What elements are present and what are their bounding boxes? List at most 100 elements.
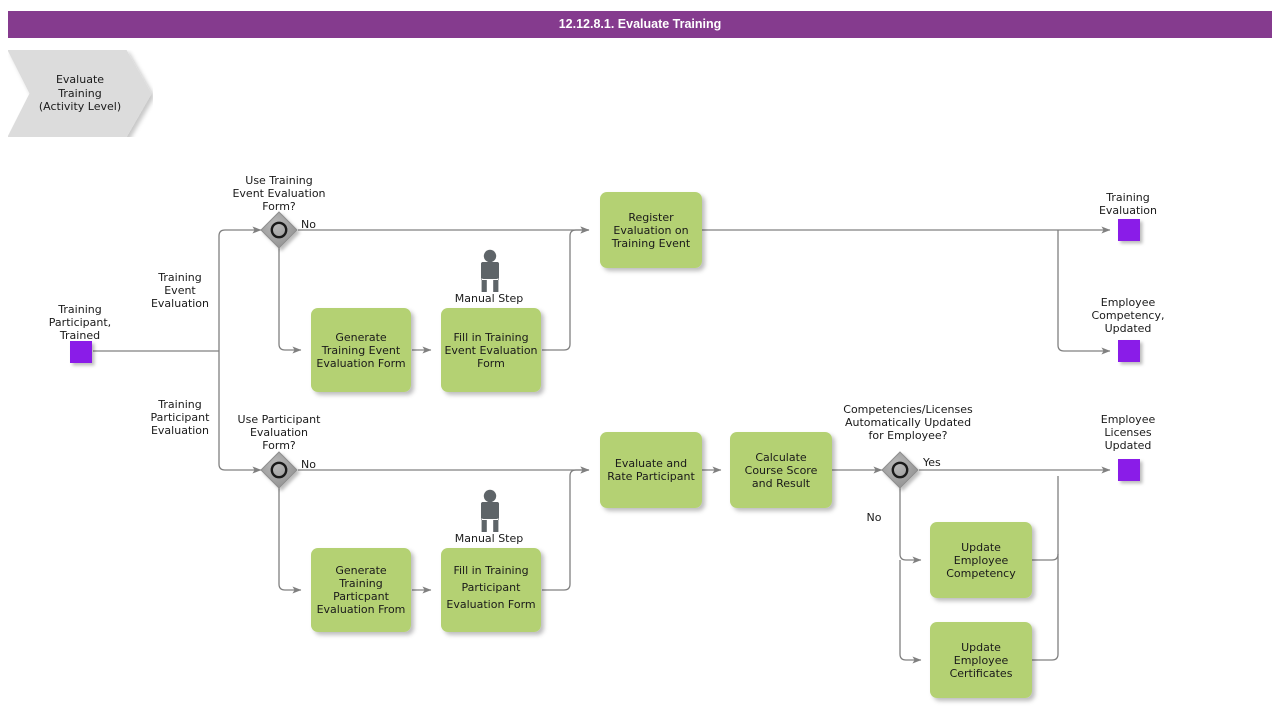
manual-step-top: Manual Step <box>455 249 524 305</box>
task-label-line-3: Form <box>477 357 505 370</box>
task-label-line-3: Competency <box>946 567 1016 580</box>
task-generate-training-participant-evaluation-from[interactable]: Generate Training Particpant Evaluation … <box>311 548 411 632</box>
task-label-line-3: and Result <box>752 477 811 490</box>
edge-trunk-to-employee-competency <box>1057 230 1111 355</box>
gateway-use-participant-evaluation-form[interactable]: Use Participant Evaluation Form? No <box>238 413 322 489</box>
data-object-label-line-2: Licenses <box>1104 426 1151 439</box>
task-label-line-3: Certificates <box>950 667 1013 680</box>
task-label-line-2: Training Event <box>321 344 401 357</box>
data-object-square[interactable] <box>70 341 92 363</box>
task-evaluate-and-rate-participant[interactable]: Evaluate and Rate Participant <box>600 432 702 508</box>
data-object-label-line-1: Training <box>57 303 101 316</box>
gateway3-branch-label-no: No <box>867 511 882 524</box>
data-object-label-line-2: Evaluation <box>1099 204 1157 217</box>
task-label-line-2: Employee <box>954 554 1009 567</box>
data-object-label-line-2: Participant, <box>49 316 111 329</box>
manual-step-label-bottom: Manual Step <box>455 532 524 545</box>
data-object-employee-competency-updated[interactable]: Employee Competency, Updated <box>1092 296 1165 362</box>
edge-label-training-event-evaluation-1: Training <box>157 271 201 284</box>
gateway-label-line-3: Form? <box>262 200 296 213</box>
task-update-employee-certificates[interactable]: Update Employee Certificates <box>930 622 1032 698</box>
data-object-label-line-3: Updated <box>1105 322 1152 335</box>
data-object-label-line-1: Employee <box>1101 296 1156 309</box>
gateway3-diamond[interactable] <box>881 451 919 489</box>
person-icon <box>481 489 499 532</box>
gateway3-label-line-1: Competencies/Licenses <box>843 403 973 416</box>
edge-fill1-to-register <box>542 226 590 351</box>
gateway-label-line-1: Use Training <box>245 174 312 187</box>
person-icon <box>481 249 499 292</box>
gateway3-label-line-2: Automatically Updated <box>845 416 971 429</box>
gateway-use-training-event-evaluation-form[interactable]: Use Training Event Evaluation Form? No <box>232 174 326 249</box>
task-label-line-3: Evaluation Form <box>446 598 535 611</box>
data-object-training-evaluation[interactable]: Training Evaluation <box>1099 191 1157 241</box>
task-label-line-1: Evaluate and <box>615 457 687 470</box>
task-label-line-2: Rate Participant <box>607 470 695 483</box>
task-label-line-2: Training <box>338 577 382 590</box>
data-object-label-line-3: Updated <box>1105 439 1152 452</box>
data-object-square[interactable] <box>1118 340 1140 362</box>
task-label-line-1: Generate <box>335 564 387 577</box>
task-label-line-1: Update <box>961 541 1001 554</box>
edge-gateway3-no-to-update-certificates <box>899 560 922 664</box>
gateway2-label-line-2: Evaluation <box>250 426 308 439</box>
edge-label-training-event-evaluation-2: Event <box>164 284 196 297</box>
task-label-line-1: Fill in Training <box>453 331 528 344</box>
gateway2-diamond[interactable] <box>260 451 298 489</box>
edge-fill2-to-evaluate <box>542 466 590 591</box>
task-label-line-2: Course Score <box>745 464 818 477</box>
data-object-label-line-3: Trained <box>59 329 100 342</box>
manual-step-label-top: Manual Step <box>455 292 524 305</box>
task-label-line-1: Update <box>961 641 1001 654</box>
edge-split-to-gateway2 <box>218 351 262 474</box>
edge-label-training-participant-evaluation-2: Participant <box>151 411 211 424</box>
gateway-diamond[interactable] <box>260 211 298 249</box>
edge-update-competency-to-trunk <box>1031 553 1059 561</box>
task-label-line-1: Fill in Training <box>453 564 528 577</box>
edge-label-training-participant-evaluation-3: Evaluation <box>151 424 209 437</box>
task-label-line-3: Particpant <box>333 590 390 603</box>
process-flow-diagram: Training Event Evaluation Training Parti… <box>49 174 1165 698</box>
task-label-line-3: Evaluation Form <box>316 357 405 370</box>
task-calculate-course-score-and-result[interactable]: Calculate Course Score and Result <box>730 432 832 508</box>
task-update-employee-competency[interactable]: Update Employee Competency <box>930 522 1032 598</box>
edge-update-certificates-to-trunk <box>1031 476 1059 661</box>
gateway-competencies-licenses-auto-updated[interactable]: Competencies/Licenses Automatically Upda… <box>843 403 973 524</box>
task-generate-training-event-evaluation-form[interactable]: Generate Training Event Evaluation Form <box>311 308 411 392</box>
task-label-line-2: Participant <box>462 581 522 594</box>
edge-gateway3-no-to-update-competency <box>899 488 922 564</box>
gateway2-label-line-3: Form? <box>262 439 296 452</box>
gateway3-branch-label-yes: Yes <box>922 456 941 469</box>
data-object-label-line-2: Competency, <box>1092 309 1165 322</box>
edge-labels: Training Event Evaluation Training Parti… <box>151 271 211 437</box>
task-fill-in-training-event-evaluation-form[interactable]: Fill in Training Event Evaluation Form <box>441 308 541 392</box>
data-object-training-participant-trained[interactable]: Training Participant, Trained <box>49 303 111 363</box>
task-fill-in-training-participant-evaluation-form[interactable]: Fill in Training Participant Evaluation … <box>441 548 541 632</box>
task-label-line-2: Event Evaluation <box>444 344 537 357</box>
task-label-line-3: Training Event <box>611 237 691 250</box>
task-label-line-4: Evaluation From <box>317 603 406 616</box>
data-object-label-line-1: Training <box>1105 191 1149 204</box>
task-register-evaluation-on-training-event[interactable]: Register Evaluation on Training Event <box>600 192 702 268</box>
task-label-line-1: Generate <box>335 331 387 344</box>
data-object-employee-licenses-updated[interactable]: Employee Licenses Updated <box>1101 413 1156 481</box>
manual-step-bottom: Manual Step <box>455 489 524 545</box>
diagram-canvas: 12.12.8.1. Evaluate Training Evaluate Tr… <box>0 0 1280 710</box>
gateway3-label-line-3: for Employee? <box>869 429 948 442</box>
data-object-label-line-1: Employee <box>1101 413 1156 426</box>
edge-label-training-participant-evaluation-1: Training <box>157 398 201 411</box>
task-label-line-2: Evaluation on <box>613 224 688 237</box>
edge-gateway2-yes-to-generate2 <box>278 488 302 594</box>
data-object-square[interactable] <box>1118 219 1140 241</box>
gateway2-branch-label-no: No <box>301 458 316 471</box>
edge-label-training-event-evaluation-3: Evaluation <box>151 297 209 310</box>
edge-gateway1-yes-to-generate <box>278 248 302 354</box>
gateway-label-line-2: Event Evaluation <box>232 187 325 200</box>
data-object-square[interactable] <box>1118 459 1140 481</box>
task-label-line-2: Employee <box>954 654 1009 667</box>
edge-split-to-gateway1 <box>218 226 262 351</box>
gateway-branch-label-no: No <box>301 218 316 231</box>
task-label-line-1: Calculate <box>755 451 807 464</box>
task-label-line-1: Register <box>628 211 674 224</box>
gateway2-label-line-1: Use Participant <box>238 413 322 426</box>
